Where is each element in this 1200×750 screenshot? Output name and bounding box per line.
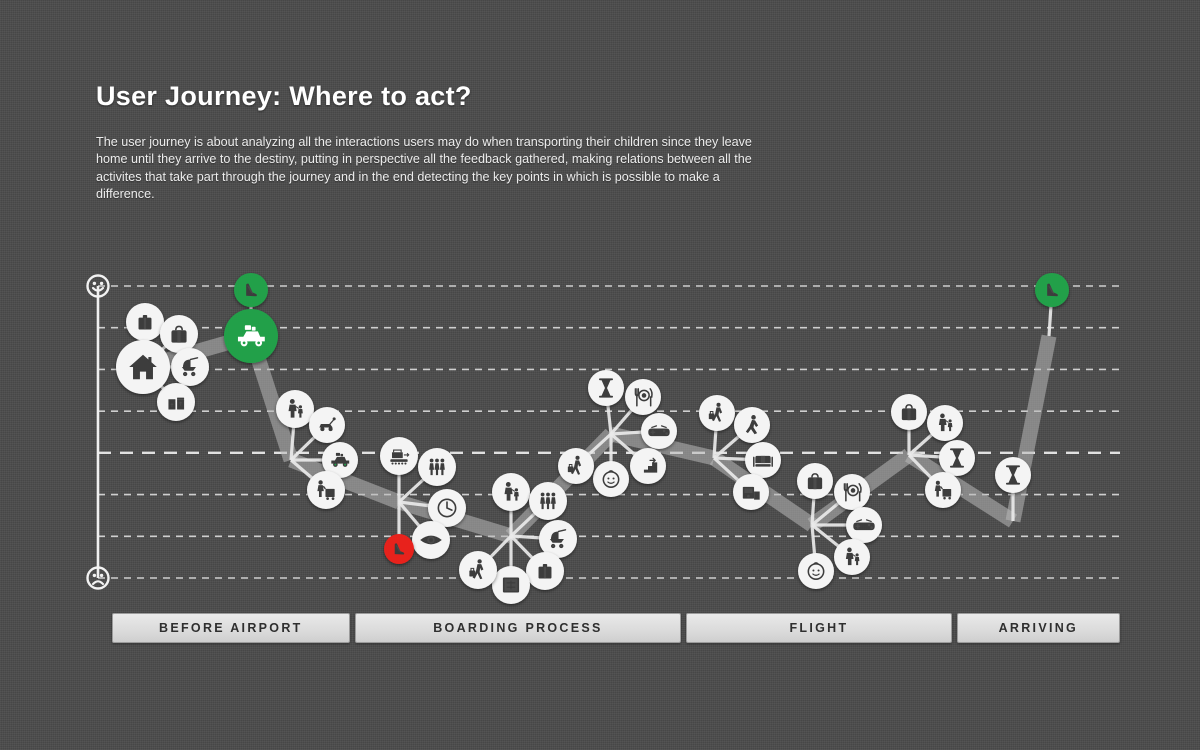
satellite-circle	[593, 461, 629, 497]
satellite-node-scanner[interactable]	[492, 566, 530, 604]
satellite-node-luggage-cart[interactable]	[307, 471, 345, 509]
satellite-node-travel-bag[interactable]	[160, 315, 198, 353]
satellite-node-parent-child[interactable]	[834, 539, 870, 575]
queue-people-icon	[429, 458, 445, 476]
satellite-node-parent-child[interactable]	[492, 473, 530, 511]
satellite-circle	[798, 553, 834, 589]
phase-bar-label: BEFORE AIRPORT	[159, 621, 303, 635]
satellite-node-walking-person[interactable]	[734, 407, 770, 443]
phase-bar-label: FLIGHT	[789, 621, 849, 635]
satellite-node-traveller[interactable]	[558, 448, 594, 484]
satellite-node-suitcase[interactable]	[526, 552, 564, 590]
satellite-node-baby-face[interactable]	[593, 461, 629, 497]
satellite-node-queue-people[interactable]	[529, 482, 567, 520]
satellite-node-suitcase[interactable]	[126, 303, 164, 341]
phase-bar-before-airport[interactable]: BEFORE AIRPORT	[112, 613, 350, 643]
scanner-icon	[502, 577, 520, 593]
satellite-node-hourglass[interactable]	[939, 440, 975, 476]
sad-face-icon-eye-left	[92, 573, 97, 578]
satellite-node-stroller[interactable]	[171, 348, 209, 386]
satellite-node-hourglass[interactable]	[588, 370, 624, 406]
satellite-node-car-seat[interactable]	[1035, 273, 1069, 307]
y-axis	[86, 274, 110, 590]
satellite-node-parent-child[interactable]	[927, 405, 963, 441]
satellite-circle	[630, 448, 666, 484]
hub-node-home[interactable]: Home	[116, 340, 170, 394]
phase-bar-label: BOARDING PROCESS	[433, 621, 603, 635]
journey-ribbon-path	[140, 328, 1057, 544]
satellite-node-restaurant[interactable]	[834, 474, 870, 510]
satellite-node-airplane-seat[interactable]	[745, 442, 781, 478]
satellite-node-eye[interactable]	[412, 521, 450, 559]
satellite-node-toy-car[interactable]	[309, 407, 345, 443]
satellite-node-restaurant[interactable]	[625, 379, 661, 415]
satellite-node-escalator[interactable]	[630, 448, 666, 484]
sad-face-icon-eye-right	[99, 573, 104, 578]
satellite-node-queue-people[interactable]	[418, 448, 456, 486]
satellite-node-car-seat[interactable]	[234, 273, 268, 307]
phase-bar-label: ARRIVING	[998, 621, 1079, 635]
satellite-node-travel-bag[interactable]	[797, 463, 833, 499]
satellite-node-car-seat[interactable]	[384, 534, 414, 564]
satellite-node-gamepad[interactable]	[641, 413, 677, 449]
satellite-circle	[157, 383, 195, 421]
satellite-node-traveller[interactable]	[459, 551, 497, 589]
satellite-node-travel-bag[interactable]	[891, 394, 927, 430]
phase-bar-boarding-process[interactable]: BOARDING PROCESS	[354, 613, 682, 643]
hub-node-car-ride[interactable]: Car ride	[224, 309, 278, 363]
happy-face-icon-eye-left	[92, 281, 97, 286]
phase-bar-group: BEFORE AIRPORT BOARDING PROCESS FLIGHT ARRI…	[112, 613, 1120, 643]
queue-people-icon	[540, 492, 556, 510]
phase-bar-arriving[interactable]: ARRIVING	[956, 613, 1120, 643]
satellite-node-hourglass[interactable]	[995, 457, 1031, 493]
phase-bar-flight[interactable]: FLIGHT	[686, 613, 952, 643]
airplane-seat-icon	[753, 455, 773, 467]
satellite-node-baby-face[interactable]	[798, 553, 834, 589]
satellite-node-jet-bridge[interactable]	[733, 474, 769, 510]
satellite-node-packing-boxes[interactable]	[157, 383, 195, 421]
ribbon-segment-9	[1005, 334, 1057, 523]
happy-face-icon-eye-right	[99, 281, 104, 286]
satellite-node-baggage-belt[interactable]	[380, 437, 418, 475]
satellite-node-traveller[interactable]	[699, 395, 735, 431]
satellite-node-parent-child[interactable]	[276, 390, 314, 428]
satellite-node-gamepad[interactable]	[846, 507, 882, 543]
satellite-node-luggage-cart[interactable]	[925, 472, 961, 508]
sad-face-icon-mouth	[91, 580, 105, 586]
